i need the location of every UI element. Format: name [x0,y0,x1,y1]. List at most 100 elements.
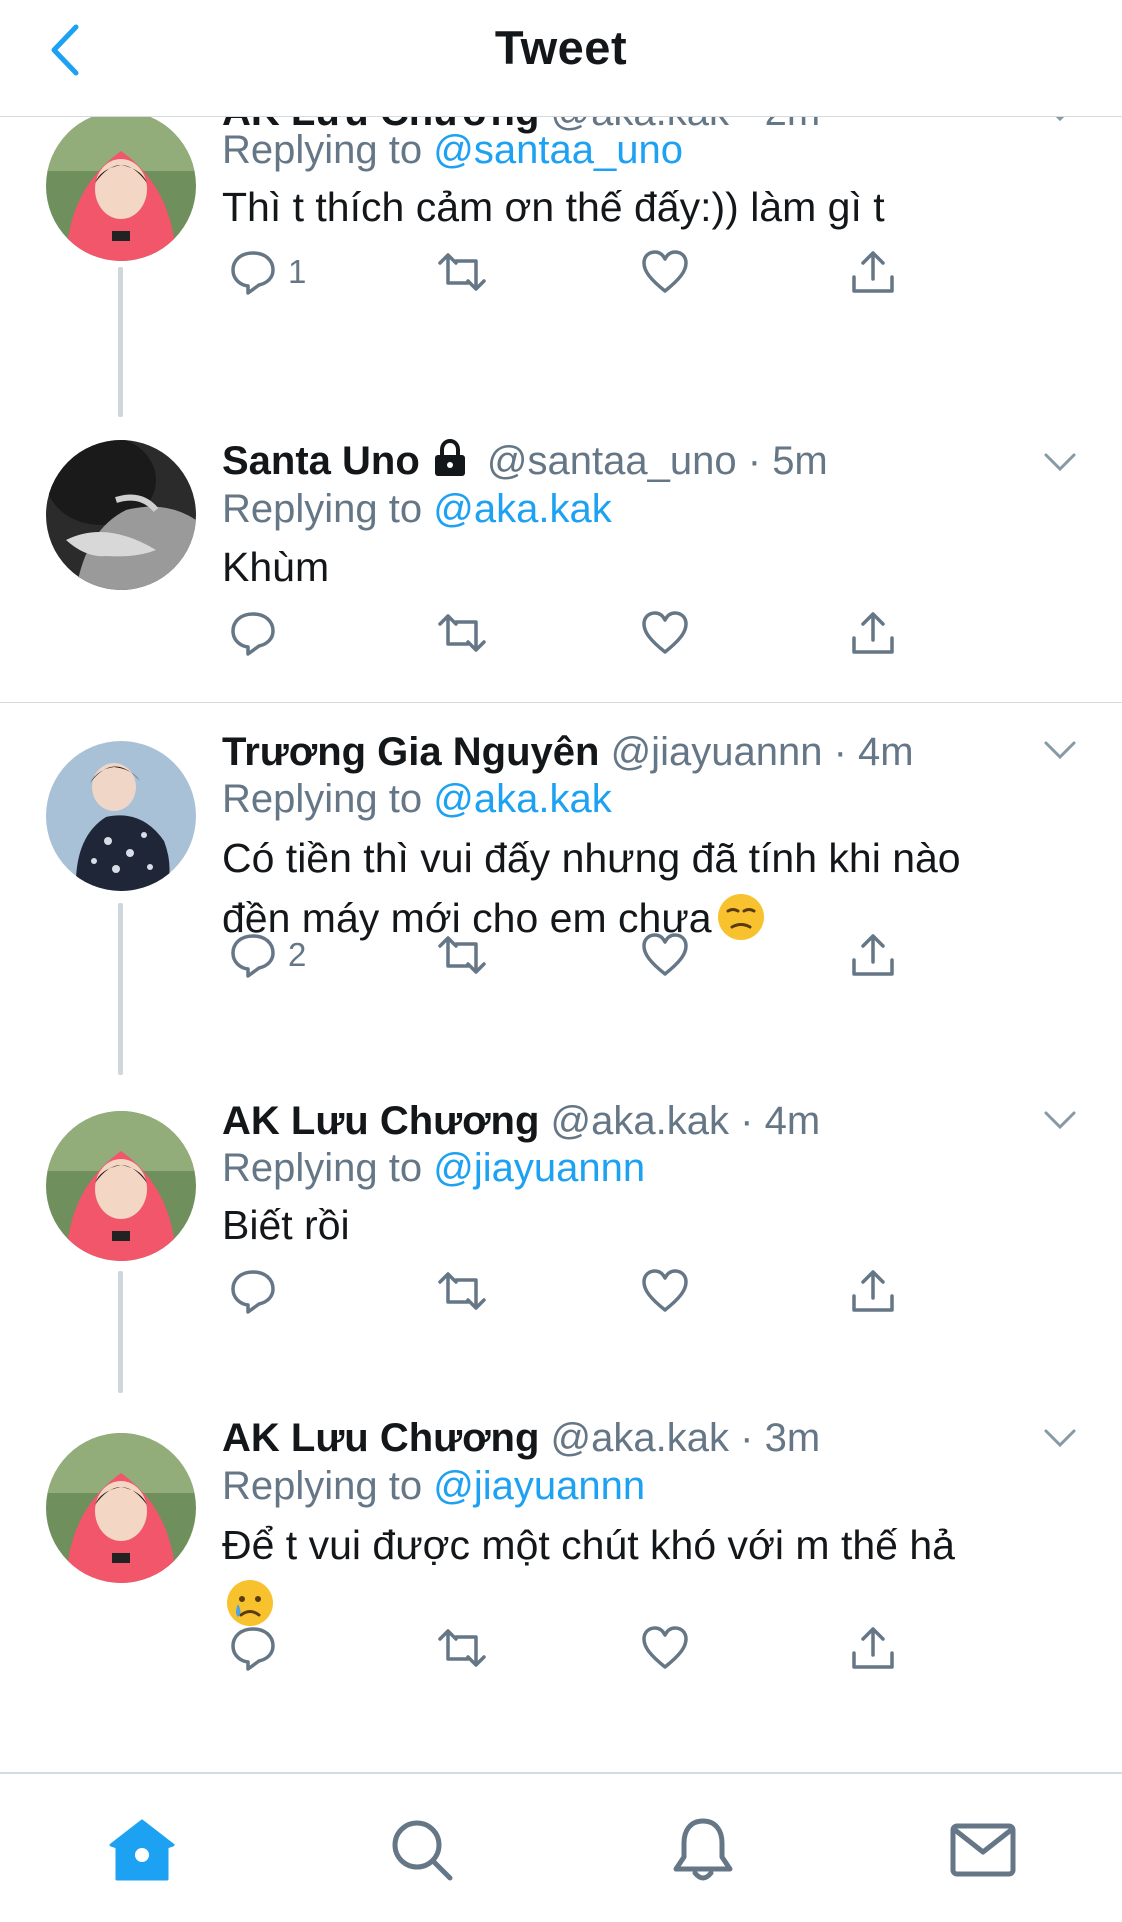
share-button[interactable] [848,925,898,985]
bell-icon [673,1818,733,1881]
tweet[interactable]: Trương Gia Nguyên @jiayuannn · 4m Replyi… [0,703,1122,1075]
conversation-thread[interactable]: AK Lưu Chương @aka.kak · 2m Replying to … [0,117,1122,1772]
retweet-button[interactable] [434,1261,490,1321]
avatar[interactable] [46,741,196,891]
retweet-icon [438,614,486,652]
patterned-shirt-avatar-image [46,741,196,891]
reply-mention-link[interactable]: @jiayuannn [433,1146,645,1190]
reply-icon [231,934,275,978]
like-button[interactable] [640,1261,690,1321]
thread-connector [118,1271,123,1393]
tweet[interactable]: Santa Uno @santaa_uno · 5m Replying to @… [0,417,1122,702]
retweet-button[interactable] [434,242,490,302]
tab-search[interactable] [382,1810,462,1890]
retweet-button[interactable] [434,603,490,663]
reply-mention-link[interactable]: @aka.kak [433,777,611,821]
tweet-actions [222,1261,922,1321]
pink-hoodie-avatar-image [46,117,196,261]
replying-to: Replying to @aka.kak [222,773,612,825]
tweet-header: Trương Gia Nguyên @jiayuannn · 4m [222,727,914,777]
tab-messages[interactable] [943,1810,1023,1890]
retweet-icon [438,1629,486,1667]
chevron-down-icon[interactable] [1040,1423,1080,1453]
reply-mention-link[interactable]: @aka.kak [433,487,611,531]
heart-icon [642,1626,688,1669]
tweet-header: AK Lưu Chương @aka.kak · 3m [222,1413,820,1463]
retweet-button[interactable] [434,1618,490,1678]
display-name[interactable]: AK Lưu Chương [222,1099,539,1143]
retweet-icon [438,936,486,974]
tweet[interactable]: AK Lưu Chương @aka.kak · 2m Replying to … [0,117,1122,417]
separator-dot: · [740,117,753,134]
chevron-down-icon[interactable] [1040,447,1080,477]
replying-to: Replying to @santaa_uno [222,124,683,176]
tweet-actions [222,1618,922,1678]
share-icon [852,612,894,654]
thread-connector [118,903,123,1075]
tab-home[interactable] [102,1810,182,1890]
reply-icon [231,251,275,295]
share-button[interactable] [848,242,898,302]
chevron-down-icon[interactable] [1040,117,1080,127]
share-button[interactable] [848,1261,898,1321]
share-icon [852,251,894,293]
reply-button[interactable]: 1 [228,242,306,302]
page-title: Tweet [494,21,628,74]
tweet-actions: 1 [222,242,922,302]
avatar[interactable] [46,1433,196,1583]
heart-icon [642,250,688,293]
tweet-actions: 2 [222,925,922,985]
heart-icon [642,611,688,654]
handle[interactable]: @aka.kak [551,1099,729,1143]
handle[interactable]: @aka.kak [551,1416,729,1460]
like-button[interactable] [640,242,690,302]
tweet-text-line: Để t vui được một chút khó với m thế hả [222,1522,955,1568]
reply-button[interactable] [228,1261,278,1321]
tweet[interactable]: AK Lưu Chương @aka.kak · 3m Replying to … [0,1393,1122,1768]
pink-hoodie-avatar-image [46,1111,196,1261]
share-icon [852,934,894,976]
replying-prefix: Replying to [222,1464,423,1508]
like-button[interactable] [640,1618,690,1678]
replying-to: Replying to @jiayuannn [222,1460,645,1512]
pink-hoodie-avatar-image [46,1433,196,1583]
tab-notifications[interactable] [663,1810,743,1890]
tweet-text: Biết rồi [222,1202,350,1248]
retweet-button[interactable] [434,925,490,985]
reply-button[interactable]: 2 [228,925,306,985]
heart-icon [642,1269,688,1312]
avatar[interactable] [46,117,196,261]
chevron-down-icon[interactable] [1040,1105,1080,1135]
reply-count: 1 [288,253,307,290]
reply-button[interactable] [228,603,278,663]
reply-count: 2 [288,936,307,973]
tweet-text: Thì t thích cảm ơn thế đấy:)) làm gì t [222,184,885,230]
top-navigation-bar: Tweet [0,0,1122,117]
tweet-actions [222,603,922,663]
chevron-down-icon[interactable] [1040,735,1080,765]
replying-prefix: Replying to [222,128,423,172]
replying-prefix: Replying to [222,777,423,821]
share-icon [852,1627,894,1669]
share-button[interactable] [848,603,898,663]
handle[interactable]: @jiayuannn [611,730,823,774]
display-name[interactable]: AK Lưu Chương [222,1416,539,1460]
avatar[interactable] [46,440,196,590]
like-button[interactable] [640,925,690,985]
search-icon [392,1820,453,1881]
envelope-icon [950,1823,1016,1877]
retweet-icon [438,253,486,291]
avatar[interactable] [46,1111,196,1261]
thread-connector [118,267,123,417]
display-name[interactable]: Santa Uno [222,439,420,483]
reply-mention-link[interactable]: @jiayuannn [433,1464,645,1508]
reply-button[interactable] [228,1618,278,1678]
display-name[interactable]: Trương Gia Nguyên [222,730,599,774]
handle[interactable]: @santaa_uno [487,439,737,483]
tweet[interactable]: AK Lưu Chương @aka.kak · 4m Replying to … [0,1075,1122,1393]
share-button[interactable] [848,1618,898,1678]
tweet-text-line: Có tiền thì vui đấy nhưng đã tính khi nà… [222,835,961,881]
like-button[interactable] [640,603,690,663]
reply-mention-link[interactable]: @santaa_uno [433,128,683,172]
timestamp: 3m [764,1416,821,1460]
